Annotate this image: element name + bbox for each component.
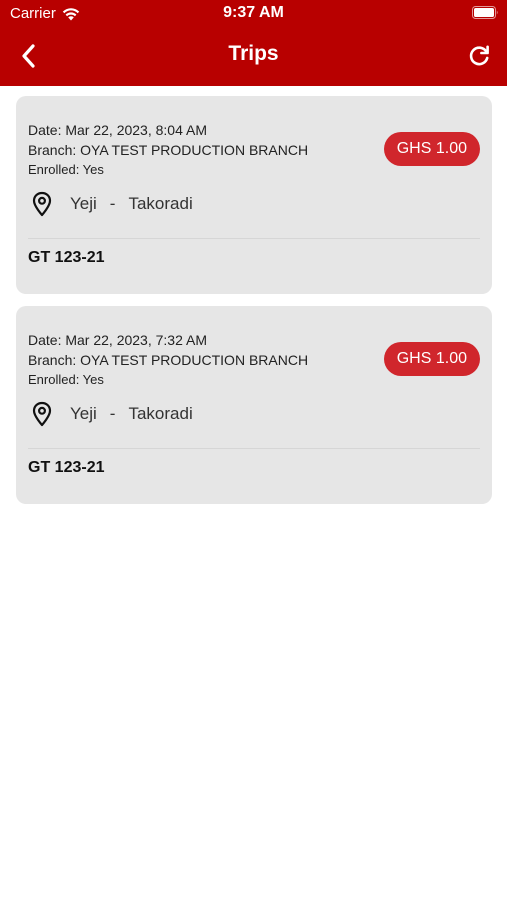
vehicle-number: GT 123-21 (28, 249, 105, 266)
navigation-bar: Trips (0, 28, 507, 86)
trip-card[interactable]: Date: Mar 22, 2023, 8:04 AM Branch: OYA … (16, 96, 492, 294)
route-separator: - (109, 404, 116, 423)
status-time: 9:37 AM (223, 4, 284, 21)
route-destination: Takoradi (128, 194, 193, 213)
price-badge: GHS 1.00 (383, 342, 480, 376)
refresh-button[interactable] (463, 40, 495, 72)
status-bar: Carrier 9:37 AM (0, 0, 507, 28)
location-pin-icon (32, 191, 52, 217)
vehicle-number: GT 123-21 (28, 459, 105, 476)
route-row: Yeji - Takoradi (30, 400, 193, 428)
battery-icon (472, 6, 498, 19)
price-badge: GHS 1.00 (383, 132, 480, 166)
trip-branch: Branch: OYA TEST PRODUCTION BRANCH (28, 142, 309, 158)
chevron-left-icon (22, 44, 35, 68)
trip-enrolled-status: Enrolled: Yes (28, 162, 104, 177)
route-origin: Yeji (70, 194, 97, 213)
refresh-icon (469, 45, 489, 66)
trip-enrolled-status: Enrolled: Yes (28, 372, 104, 387)
trip-list: Date: Mar 22, 2023, 8:04 AM Branch: OYA … (16, 96, 492, 516)
location-pin-icon (32, 401, 52, 427)
trip-date: Date: Mar 22, 2023, 7:32 AM (28, 332, 207, 348)
route-destination: Takoradi (128, 404, 193, 423)
route-origin: Yeji (70, 404, 97, 423)
trip-branch: Branch: OYA TEST PRODUCTION BRANCH (28, 352, 309, 368)
card-divider (28, 238, 480, 239)
route-row: Yeji - Takoradi (30, 190, 193, 218)
trip-card[interactable]: Date: Mar 22, 2023, 7:32 AM Branch: OYA … (16, 306, 492, 504)
back-button[interactable] (12, 40, 44, 72)
page-title: Trips (228, 42, 279, 65)
card-divider (28, 448, 480, 449)
app-header: Carrier 9:37 AM Trips (0, 0, 507, 86)
trip-date: Date: Mar 22, 2023, 8:04 AM (28, 122, 207, 138)
route-separator: - (109, 194, 116, 213)
